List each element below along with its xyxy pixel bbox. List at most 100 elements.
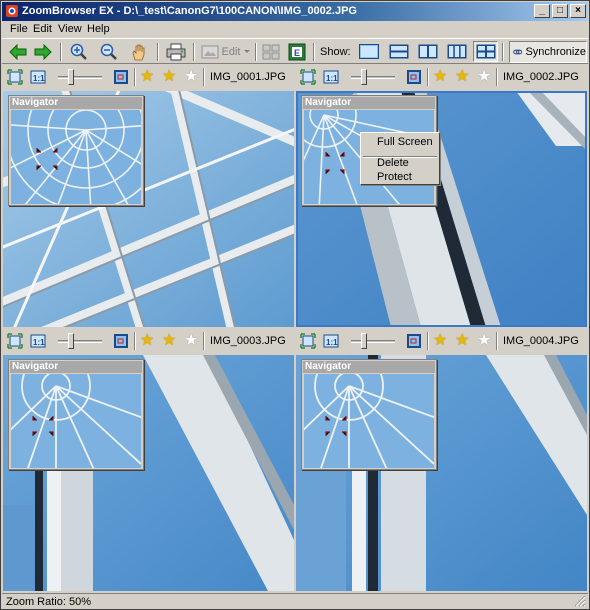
svg-text:1:1: 1:1 bbox=[33, 338, 45, 347]
toolbar-separator bbox=[60, 43, 62, 61]
show-navigator-icon[interactable] bbox=[406, 69, 422, 85]
navigator-panel[interactable]: Navigator bbox=[8, 359, 144, 470]
navigator-panel[interactable]: Navigator bbox=[301, 359, 437, 470]
rating-star-3[interactable]: ★ bbox=[477, 332, 491, 350]
rating-star-3[interactable]: ★ bbox=[184, 68, 198, 86]
layout-three-vertical-button[interactable] bbox=[444, 41, 469, 62]
rating-star-2[interactable]: ★ bbox=[455, 68, 469, 86]
zoom-slider-track[interactable] bbox=[351, 76, 395, 79]
menu-help[interactable]: Help bbox=[87, 23, 110, 35]
zoom-slider-thumb[interactable] bbox=[361, 333, 367, 349]
zoom-out-button[interactable] bbox=[98, 41, 120, 63]
pan-button[interactable] bbox=[128, 41, 150, 63]
main-toolbar: Edit E Show: Synchronize bbox=[2, 38, 588, 64]
dome-thumbnail bbox=[304, 374, 434, 468]
pane-separator bbox=[203, 68, 205, 86]
menu-edit[interactable]: Edit bbox=[33, 23, 52, 35]
rating-star-1[interactable]: ★ bbox=[433, 68, 447, 86]
menu-view[interactable]: View bbox=[58, 23, 82, 35]
zoom-in-button[interactable] bbox=[68, 41, 90, 63]
edit-menu-button[interactable]: Edit bbox=[200, 41, 252, 63]
pane-filename: IMG_0001.JPG bbox=[210, 71, 286, 83]
svg-text:1:1: 1:1 bbox=[326, 338, 338, 347]
zoom-slider-thumb[interactable] bbox=[361, 69, 367, 85]
maximize-button[interactable]: □ bbox=[552, 4, 568, 18]
zoom-slider-track[interactable] bbox=[58, 76, 102, 79]
zoom-slider-track[interactable] bbox=[351, 340, 395, 343]
window-title: ZoomBrowser EX - D:\_test\CanonG7\100CAN… bbox=[22, 5, 357, 17]
pane-toolbar: 1:1 ★ ★ ★ IMG_0003.JPG bbox=[3, 329, 294, 353]
zoom-slider-thumb[interactable] bbox=[68, 333, 74, 349]
navigator-title[interactable]: Navigator bbox=[10, 97, 142, 109]
fit-to-window-icon[interactable] bbox=[300, 333, 316, 349]
edit-label: Edit bbox=[221, 46, 241, 58]
navigator-thumbnail[interactable] bbox=[11, 374, 141, 468]
menu-file[interactable]: File bbox=[10, 23, 28, 35]
rating-star-2[interactable]: ★ bbox=[162, 68, 176, 86]
zoom-slider-thumb[interactable] bbox=[68, 69, 74, 85]
svg-text:1:1: 1:1 bbox=[326, 74, 338, 83]
print-button[interactable] bbox=[164, 41, 188, 63]
pane-filename: IMG_0002.JPG bbox=[503, 71, 579, 83]
actual-size-icon[interactable]: 1:1 bbox=[323, 333, 339, 349]
layout-two-vertical-icon bbox=[418, 44, 437, 59]
minimize-button[interactable]: _ bbox=[534, 4, 550, 18]
close-button[interactable]: × bbox=[570, 4, 586, 18]
toolbar-separator bbox=[193, 43, 195, 61]
actual-size-icon[interactable]: 1:1 bbox=[30, 69, 46, 85]
chain-link-icon bbox=[513, 49, 523, 55]
toolbar-separator bbox=[255, 43, 257, 61]
actual-size-icon[interactable]: 1:1 bbox=[30, 333, 46, 349]
fit-to-window-icon[interactable] bbox=[300, 69, 316, 85]
navigator-title[interactable]: Navigator bbox=[303, 361, 435, 373]
rating-star-3[interactable]: ★ bbox=[184, 332, 198, 350]
fit-to-window-icon[interactable] bbox=[7, 69, 23, 85]
forward-arrow-icon bbox=[34, 44, 52, 60]
image-pane-3[interactable]: 1:1 ★ ★ ★ IMG_0003.JPG Navigator bbox=[3, 329, 294, 591]
navigator-thumbnail[interactable] bbox=[11, 110, 141, 204]
show-navigator-icon[interactable] bbox=[406, 333, 422, 349]
back-arrow-icon bbox=[9, 44, 27, 60]
show-navigator-icon[interactable] bbox=[113, 333, 129, 349]
fit-to-window-icon[interactable] bbox=[7, 333, 23, 349]
pane-toolbar: 1:1 ★ ★ ★ IMG_0002.JPG bbox=[296, 65, 587, 89]
dome-thumbnail bbox=[11, 374, 141, 468]
menu-item-protect[interactable]: Protect bbox=[377, 171, 412, 183]
compare-button[interactable] bbox=[260, 41, 282, 63]
layout-two-vertical-button[interactable] bbox=[415, 41, 440, 62]
rating-star-2[interactable]: ★ bbox=[455, 332, 469, 350]
menu-item-delete[interactable]: Delete bbox=[377, 157, 409, 169]
toolbar-separator bbox=[313, 43, 315, 61]
layout-single-icon bbox=[358, 44, 379, 59]
layout-single-button[interactable] bbox=[356, 41, 381, 62]
navigator-title[interactable]: Navigator bbox=[303, 97, 435, 109]
navigator-thumbnail[interactable] bbox=[304, 374, 434, 468]
pane-filename: IMG_0004.JPG bbox=[503, 335, 579, 347]
rating-star-1[interactable]: ★ bbox=[433, 332, 447, 350]
pane-separator bbox=[134, 68, 136, 86]
svg-text:1:1: 1:1 bbox=[33, 74, 45, 83]
zoom-in-icon bbox=[70, 43, 87, 60]
rating-star-2[interactable]: ★ bbox=[162, 332, 176, 350]
image-pane-1[interactable]: 1:1 ★ ★ ★ IMG_0001.JPG Navigator bbox=[3, 65, 294, 327]
rating-star-1[interactable]: ★ bbox=[140, 68, 154, 86]
synchronize-button[interactable]: Synchronize bbox=[509, 41, 587, 63]
back-button[interactable] bbox=[7, 41, 29, 63]
export-button[interactable]: E bbox=[286, 41, 308, 63]
menu-item-full-screen[interactable]: Full Screen bbox=[377, 136, 433, 148]
pane-filename: IMG_0003.JPG bbox=[210, 335, 286, 347]
forward-button[interactable] bbox=[32, 41, 54, 63]
show-navigator-icon[interactable] bbox=[113, 69, 129, 85]
actual-size-icon[interactable]: 1:1 bbox=[323, 69, 339, 85]
layout-two-horizontal-button[interactable] bbox=[386, 41, 411, 62]
title-bar[interactable]: ZoomBrowser EX - D:\_test\CanonG7\100CAN… bbox=[2, 2, 588, 21]
image-pane-2[interactable]: 1:1 ★ ★ ★ IMG_0002.JPG Navigator bbox=[296, 65, 587, 327]
layout-four-grid-button[interactable] bbox=[473, 41, 498, 62]
resize-grip-icon[interactable] bbox=[574, 595, 586, 607]
navigator-title[interactable]: Navigator bbox=[10, 361, 142, 373]
zoom-slider-track[interactable] bbox=[58, 340, 102, 343]
rating-star-1[interactable]: ★ bbox=[140, 332, 154, 350]
image-pane-4[interactable]: 1:1 ★ ★ ★ IMG_0004.JPG Navigator bbox=[296, 329, 587, 591]
navigator-panel[interactable]: Navigator bbox=[8, 95, 144, 206]
rating-star-3[interactable]: ★ bbox=[477, 68, 491, 86]
